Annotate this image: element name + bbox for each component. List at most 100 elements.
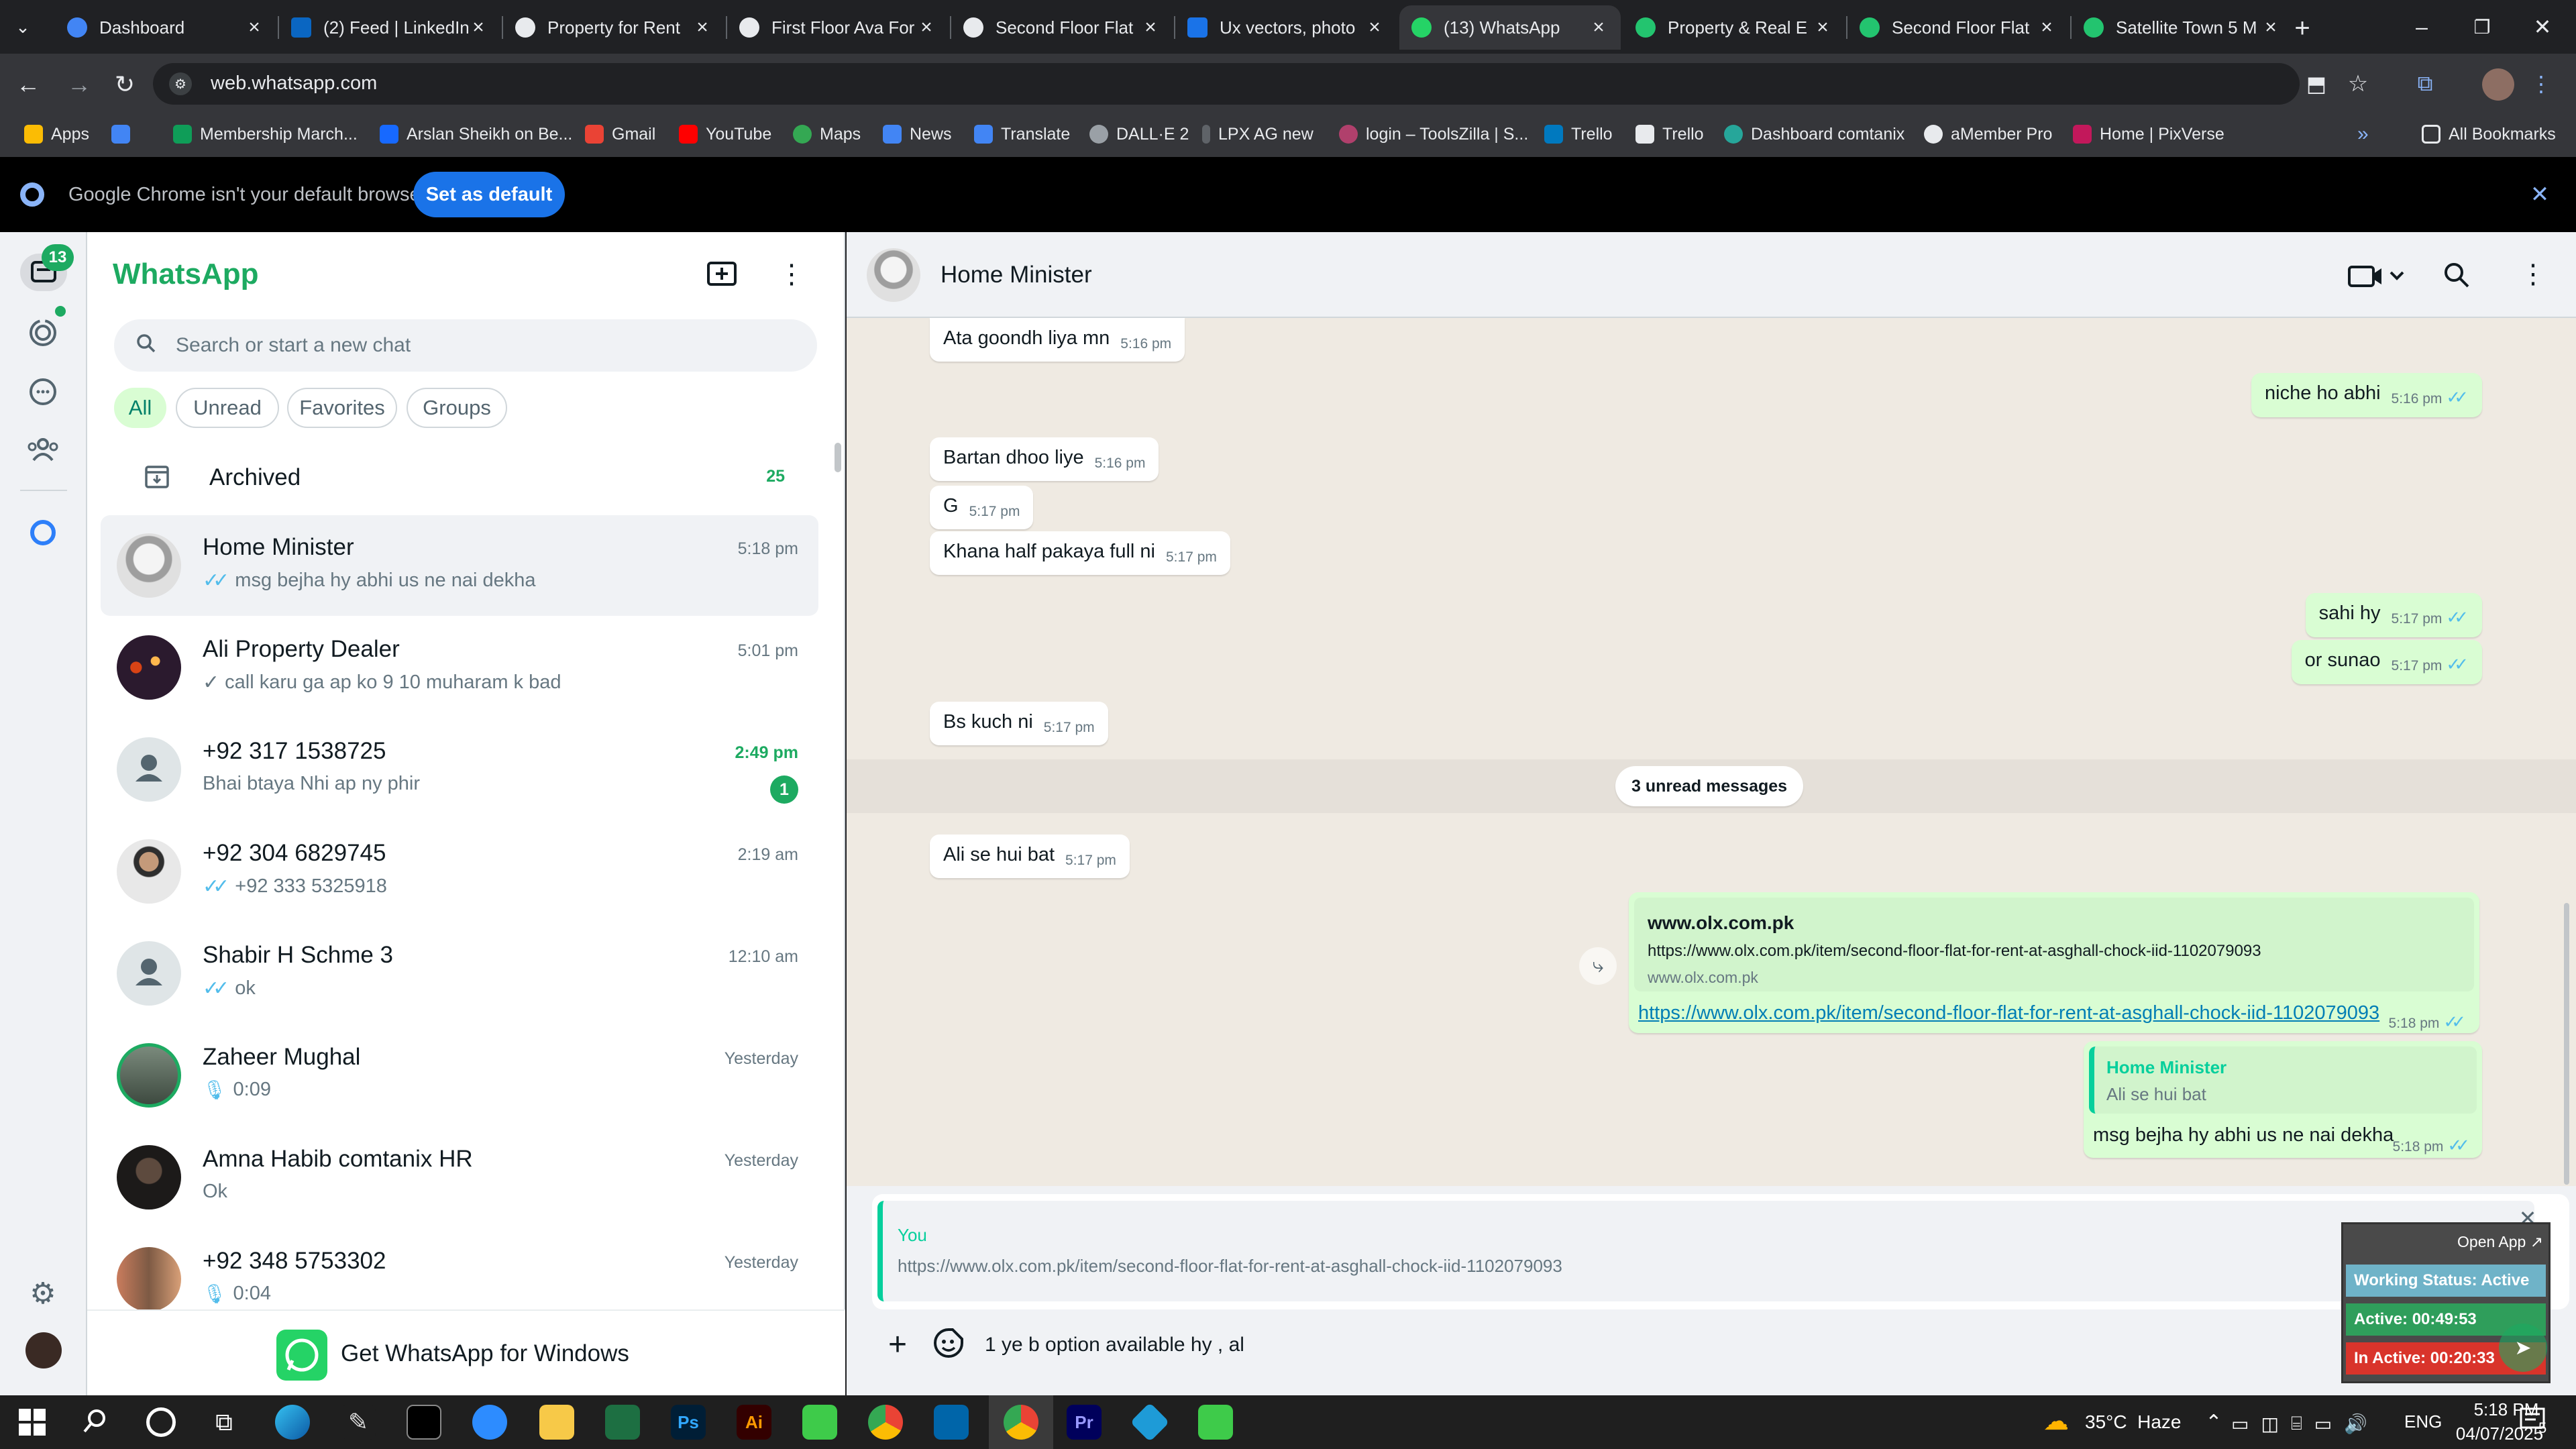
chat-row-923171538725[interactable]: +92 317 1538725 2:49 pm Bhai btaya Nhi a…: [101, 719, 818, 820]
message-incoming[interactable]: Bs kuch ni 5:17 pm: [930, 702, 1108, 745]
contact-avatar[interactable]: [867, 248, 920, 302]
message-link-preview[interactable]: www.olx.com.pk https://www.olx.com.pk/it…: [1629, 892, 2479, 1033]
volume-icon[interactable]: 🔊: [2344, 1413, 2367, 1435]
conversation-menu-icon[interactable]: ⋮: [2520, 258, 2546, 291]
tab-linkedin[interactable]: (2) Feed | LinkedIn ×: [279, 5, 500, 50]
bookmark-maps[interactable]: Maps: [793, 119, 861, 149]
premiere-icon[interactable]: Pr: [1067, 1405, 1102, 1440]
chat-row-amna-habib[interactable]: Amna Habib comtanix HR Yesterday Ok: [101, 1127, 818, 1228]
filter-groups[interactable]: Groups: [407, 388, 507, 428]
minimize-button[interactable]: –: [2394, 0, 2450, 54]
chrome-active-icon[interactable]: [1004, 1405, 1038, 1440]
bookmark-youtube[interactable]: YouTube: [679, 119, 771, 149]
send-button[interactable]: ➤: [2499, 1324, 2547, 1372]
chat-row-zaheer-mughal[interactable]: Zaheer Mughal Yesterday 🎙 0:09: [101, 1025, 818, 1126]
attach-icon[interactable]: +: [879, 1326, 916, 1363]
tray-chevron-icon[interactable]: ⌃: [2200, 1409, 2227, 1436]
contact-name[interactable]: Home Minister: [941, 262, 1092, 288]
search-input[interactable]: Search or start a new chat: [114, 319, 817, 372]
search-icon[interactable]: [2442, 260, 2474, 292]
message-outgoing[interactable]: niche ho abhi 5:16 pm ✓✓: [2251, 373, 2482, 417]
zoom-icon[interactable]: [472, 1405, 507, 1440]
message-incoming[interactable]: Bartan dhoo liye 5:16 pm: [930, 437, 1159, 481]
promo-banner[interactable]: Get WhatsApp for Windows: [87, 1309, 845, 1395]
bookmark-grid[interactable]: [111, 119, 138, 149]
pen-icon[interactable]: ✎: [341, 1405, 376, 1440]
chat-row-home-minister[interactable]: Home Minister 5:18 pm ✓✓ msg bejha hy abh…: [101, 515, 818, 616]
bookmark-pixverse[interactable]: Home | PixVerse: [2073, 119, 2224, 149]
forward-icon[interactable]: ⤷: [1579, 947, 1617, 985]
message-incoming[interactable]: G 5:17 pm: [930, 486, 1034, 529]
illustrator-icon[interactable]: Ai: [737, 1405, 771, 1440]
tab-first-floor[interactable]: First Floor Ava For ×: [727, 5, 949, 50]
conversation-header[interactable]: Home Minister ⋮: [847, 232, 2576, 318]
reload-button[interactable]: ↻: [105, 64, 145, 105]
tab-close-icon[interactable]: ×: [1140, 16, 1161, 39]
all-bookmarks[interactable]: All Bookmarks: [2422, 119, 2556, 149]
bookmark-star-icon[interactable]: ☆: [2341, 67, 2375, 101]
app-green-2-icon[interactable]: [1198, 1405, 1233, 1440]
vscode-icon[interactable]: [934, 1405, 969, 1440]
set-as-default-button[interactable]: Set as default: [413, 172, 565, 217]
network-icon[interactable]: ⌸: [2291, 1413, 2302, 1435]
notification-icon[interactable]: 5: [2518, 1405, 2559, 1441]
photoshop-icon[interactable]: Ps: [671, 1405, 706, 1440]
excel-icon[interactable]: [605, 1405, 640, 1440]
camera-icon[interactable]: ◫: [2261, 1413, 2278, 1435]
bookmark-translate[interactable]: Translate: [974, 119, 1070, 149]
chat-row-ali-property-dealer[interactable]: Ali Property Dealer 5:01 pm ✓ call karu g…: [101, 617, 818, 718]
site-info-icon[interactable]: ⚙: [169, 72, 192, 95]
restore-button[interactable]: ❐: [2454, 0, 2510, 54]
link-preview-card[interactable]: www.olx.com.pk https://www.olx.com.pk/it…: [1634, 898, 2474, 991]
settings-gear-icon[interactable]: ⚙: [24, 1275, 62, 1312]
tab-second-floor-flat[interactable]: Second Floor Flat ×: [951, 5, 1173, 50]
tab-close-icon[interactable]: ×: [2037, 16, 2057, 39]
reply-preview[interactable]: You https://www.olx.com.pk/item/second-f…: [872, 1194, 2569, 1309]
chat-row-923046829745[interactable]: +92 304 6829745 2:19 am ✓✓ +92 333 532591…: [101, 821, 818, 922]
tab-close-icon[interactable]: ×: [1364, 16, 1385, 39]
taskbar-search-icon[interactable]: [80, 1406, 113, 1438]
tab-ux-vectors[interactable]: Ux vectors, photo ×: [1175, 5, 1397, 50]
conversation-scrollbar[interactable]: [2564, 903, 2569, 1185]
message-incoming[interactable]: Ata goondh liya mn 5:16 pm: [930, 318, 1185, 362]
message-outgoing[interactable]: sahi hy 5:17 pm ✓✓: [2305, 593, 2482, 637]
tab-property-real-estate[interactable]: Property & Real E ×: [1623, 5, 1845, 50]
communities-icon[interactable]: [24, 431, 62, 468]
weather-text[interactable]: 35°C Haze: [2085, 1411, 2182, 1433]
bookmark-apps[interactable]: Apps: [24, 119, 89, 149]
profile-avatar[interactable]: [25, 1332, 62, 1368]
open-app-button[interactable]: Open App ↗: [2457, 1228, 2543, 1255]
bookmark-comtanix[interactable]: Dashboard comtanix: [1724, 119, 1904, 149]
meta-ai-icon[interactable]: [24, 514, 62, 551]
cortana-icon[interactable]: [146, 1407, 176, 1437]
list-scrollbar[interactable]: [835, 443, 841, 472]
task-view-icon[interactable]: ⧉: [209, 1407, 239, 1437]
bookmark-lpx[interactable]: LPX AG new: [1202, 119, 1313, 149]
tab-satellite-town[interactable]: Satellite Town 5 M ×: [2072, 5, 2293, 50]
bookmark-trello-1[interactable]: Trello: [1544, 119, 1613, 149]
tab-close-icon[interactable]: ×: [468, 16, 488, 39]
extensions-icon[interactable]: ⧉: [2408, 67, 2442, 101]
tab-dashboard[interactable]: Dashboard ×: [55, 5, 276, 50]
sticker-icon[interactable]: [931, 1326, 969, 1363]
message-incoming[interactable]: Ali se hui bat 5:17 pm: [930, 835, 1130, 878]
address-bar[interactable]: ⚙ web.whatsapp.com: [153, 63, 2300, 105]
bookmark-amember[interactable]: aMember Pro: [1924, 119, 2052, 149]
filter-all[interactable]: All: [114, 388, 166, 428]
install-app-icon[interactable]: ⬒: [2300, 67, 2333, 101]
tab-close-icon[interactable]: ×: [916, 16, 936, 39]
weather-icon[interactable]: ☁: [2043, 1406, 2077, 1438]
quoted-message[interactable]: Home Minister Ali se hui bat: [2089, 1046, 2477, 1114]
bookmark-membership[interactable]: Membership March...: [173, 119, 358, 149]
archived-row[interactable]: Archived 25: [101, 451, 818, 504]
tab-property-for-rent[interactable]: Property for Rent ×: [503, 5, 724, 50]
bookmark-gmail[interactable]: Gmail: [585, 119, 655, 149]
bookmark-toolszilla[interactable]: login – ToolsZilla | S...: [1339, 119, 1528, 149]
tab-search-icon[interactable]: ⌄: [9, 13, 36, 40]
close-window-button[interactable]: ✕: [2514, 0, 2571, 54]
filter-unread[interactable]: Unread: [176, 388, 279, 428]
bookmarks-overflow-icon[interactable]: »: [2357, 119, 2369, 149]
chat-row-shabir[interactable]: Shabir H Schme 3 12:10 am ✓✓ ok: [101, 923, 818, 1024]
status-icon[interactable]: [24, 314, 62, 352]
tray-icons[interactable]: ▭ ◫ ⌸ ▭ 🔊: [2231, 1411, 2392, 1436]
